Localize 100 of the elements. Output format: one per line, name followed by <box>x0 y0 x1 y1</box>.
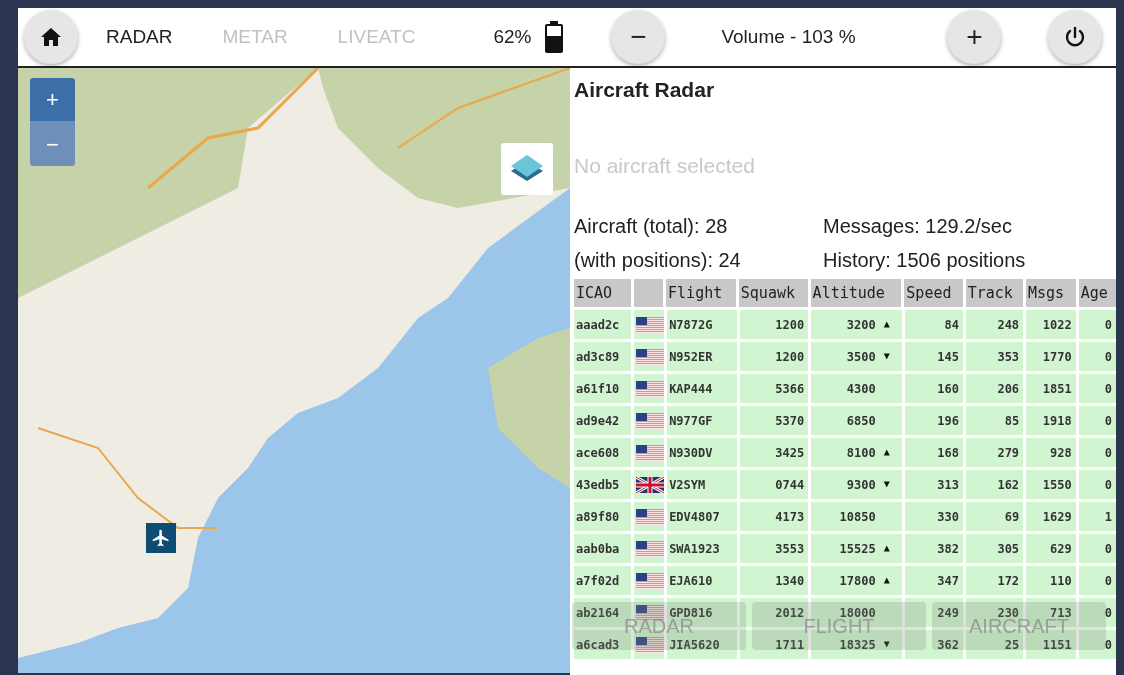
layers-button[interactable] <box>501 143 553 195</box>
volume-label: Volume - 103 % <box>721 24 857 49</box>
table-cell-text: 18000 <box>839 604 876 620</box>
table-cell-text: N977GF <box>669 412 713 430</box>
home-icon <box>40 27 62 47</box>
table-cell-text: ab2164 <box>576 604 620 622</box>
us-flag-icon <box>636 604 665 621</box>
column-header[interactable]: Speed <box>904 279 963 307</box>
power-button[interactable] <box>1048 10 1102 64</box>
table-cell-text: 0 <box>1104 572 1112 590</box>
table-cell-text: 279 <box>997 444 1020 462</box>
table-cell-text: 3200 <box>846 316 876 334</box>
table-cell-text: 1200 <box>775 348 805 366</box>
aircraft-row[interactable]: a89f80 EDV4807 4173 10850 330 69 1629 1 <box>574 502 1116 531</box>
us-flag-icon <box>636 540 665 557</box>
table-cell-text: 305 <box>997 540 1020 558</box>
table-cell-text: 206 <box>997 380 1020 398</box>
table-cell-text: aaad2c <box>576 316 620 334</box>
nav-tab[interactable]: RADAR <box>106 22 173 52</box>
battery-icon <box>545 21 564 53</box>
column-header[interactable]: Msgs <box>1026 279 1076 307</box>
aircraft-row[interactable]: aab0ba SWA1923 3553 15525 ▲ 382 305 629 0 <box>574 534 1116 563</box>
table-cell-text: 713 <box>1050 604 1072 620</box>
table-cell-text: 928 <box>1050 444 1072 462</box>
table-cell-text: 160 <box>937 380 959 398</box>
table-cell-text: 110 <box>1050 572 1072 590</box>
trend-arrow: ▼ <box>883 476 890 491</box>
column-header[interactable]: Age <box>1078 279 1116 307</box>
table-cell-text: 4300 <box>846 380 876 398</box>
column-header[interactable]: Track <box>965 279 1023 307</box>
table-cell-text: ace608 <box>576 444 620 462</box>
table-cell-text: N930DV <box>669 444 713 462</box>
table-cell-text: V2SYM <box>669 476 706 494</box>
aircraft-row[interactable]: a7f02d EJA610 1340 17800 ▲ 347 172 110 0 <box>574 566 1116 595</box>
panel-title: Aircraft Radar <box>574 77 716 103</box>
table-cell-text: 1200 <box>775 316 805 334</box>
table-cell-text: 249 <box>937 604 959 622</box>
trend-arrow: ▼ <box>883 636 890 651</box>
table-cell-text: 0744 <box>775 476 805 494</box>
trend-arrow: ▲ <box>883 316 890 331</box>
column-header[interactable]: Flight <box>666 279 736 307</box>
zoom-in-button[interactable]: + <box>30 78 75 122</box>
table-cell-text: 1550 <box>1042 476 1072 494</box>
table-cell-text: 17800 <box>839 572 876 590</box>
aircraft-row[interactable]: aaad2c N7872G 1200 3200 ▲ 84 248 1022 0 <box>574 310 1116 339</box>
aircraft-row[interactable]: ad9e42 N977GF 5370 6850 196 85 1918 0 <box>574 406 1116 435</box>
table-cell-text: 15525 <box>839 540 876 558</box>
table-cell-text: 0 <box>1104 444 1112 462</box>
stat-text: (with positions): 24 <box>574 248 742 273</box>
uk-flag-icon <box>636 476 665 493</box>
table-cell-text: 353 <box>997 348 1020 366</box>
table-cell-text: 0 <box>1104 348 1112 366</box>
table-cell-text: aab0ba <box>576 540 620 558</box>
table-cell-text: 6850 <box>846 412 876 430</box>
table-cell-text: ad3c89 <box>576 348 620 366</box>
table-cell-text: 0 <box>1104 540 1112 558</box>
table-cell-text: 9300 <box>846 476 876 494</box>
table-cell-text: 0 <box>1104 380 1112 398</box>
table-cell-text: 69 <box>1004 508 1020 526</box>
table-cell-text: EDV4807 <box>669 508 720 526</box>
table-cell-text: 10850 <box>839 508 876 526</box>
table-cell-text: 629 <box>1050 540 1072 558</box>
table-cell-text: a61f10 <box>576 380 620 398</box>
trend-arrow: ▲ <box>883 572 890 587</box>
table-cell-text: 5370 <box>775 412 805 430</box>
column-header[interactable]: Squawk <box>738 279 808 307</box>
us-flag-icon <box>636 444 665 461</box>
table-cell-text: 196 <box>937 412 959 430</box>
table-cell-text: 145 <box>937 348 959 366</box>
table-cell-text: 0 <box>1104 636 1112 654</box>
battery-percent: 62% <box>493 24 532 49</box>
table-cell-text: 1629 <box>1042 508 1072 526</box>
table-cell-text: KAP444 <box>669 380 713 398</box>
trend-arrow: ▲ <box>883 540 890 555</box>
volume-up-button[interactable]: + <box>947 10 1002 64</box>
column-header[interactable]: Altitude <box>810 279 902 307</box>
table-cell-text: 0 <box>1104 604 1112 622</box>
power-icon <box>1063 25 1087 49</box>
aircraft-row[interactable]: ace608 N930DV 3425 8100 ▲ 168 279 928 0 <box>574 438 1116 467</box>
aircraft-row[interactable]: 43edb5 V2SYM 0744 9300 ▼ 313 162 1550 0 <box>574 470 1116 499</box>
trend-arrow: ▲ <box>883 444 890 459</box>
table-cell-text: 382 <box>937 540 959 558</box>
table-cell-text: a7f02d <box>576 572 620 590</box>
aircraft-row[interactable]: a61f10 KAP444 5366 4300 160 206 1851 0 <box>574 374 1116 403</box>
home-button[interactable] <box>24 10 78 64</box>
table-cell-text: 0 <box>1104 316 1112 334</box>
table-cell-text: 3553 <box>775 540 805 558</box>
aircraft-row[interactable]: ad3c89 N952ER 1200 3500 ▼ 145 353 1770 0 <box>574 342 1116 371</box>
stat-text: History: 1506 positions <box>823 248 1027 273</box>
us-flag-icon <box>636 572 665 589</box>
table-cell-text: 347 <box>937 572 959 590</box>
table-cell-text: 168 <box>937 444 959 462</box>
stat-text: Aircraft (total): 28 <box>574 214 729 239</box>
table-cell-text: 2012 <box>775 604 805 622</box>
column-header[interactable]: ICAO <box>574 279 632 307</box>
us-flag-icon <box>636 316 665 333</box>
volume-down-button[interactable]: − <box>611 10 666 64</box>
table-cell-text: SWA1923 <box>669 540 720 558</box>
table-cell-text: 3425 <box>775 444 805 462</box>
table-cell-text: 5366 <box>775 380 805 398</box>
